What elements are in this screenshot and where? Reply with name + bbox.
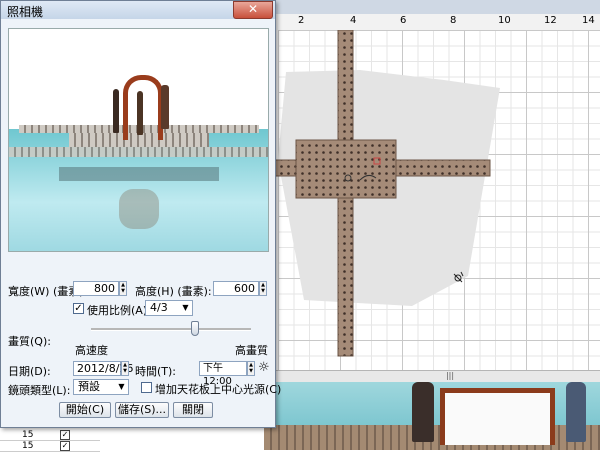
date-stepper[interactable]: ▲ ▼ (121, 361, 129, 376)
preview-person (137, 91, 143, 135)
ruler-mark: 2 (298, 15, 305, 26)
ratio-value: 4/3 (150, 301, 168, 314)
close-button[interactable]: 關閉 (173, 402, 213, 418)
date-input[interactable]: 2012/8/16 (73, 361, 133, 376)
ruler-mark: 14 (582, 15, 595, 26)
center-platform (295, 139, 397, 199)
ratio-select[interactable]: 4/3 ▼ (145, 300, 193, 316)
scroll-grip-icon[interactable]: ||| (444, 371, 456, 381)
sun-icon[interactable]: ☼ (258, 360, 270, 375)
lens-type-select[interactable]: 預設 ▼ (73, 379, 129, 395)
time-input[interactable]: 下午 12:00 (199, 361, 247, 387)
list-item[interactable]: 15 ✓ (0, 430, 100, 441)
camera-dialog: 照相機 ✕ 寬度(W) (畫素): 800 ▲ ▼ 高度(H) (畫素): 600… (0, 0, 281, 428)
start-button[interactable]: 開始(C) (59, 402, 111, 418)
preview-platform (9, 147, 268, 157)
quality-slider-track[interactable] (91, 328, 251, 331)
time-stepper[interactable]: ▲ ▼ (247, 361, 255, 376)
width-input[interactable]: 800 (73, 281, 119, 296)
plan-drawing[interactable] (264, 30, 600, 370)
list-item-checkbox[interactable]: ✓ (60, 430, 70, 440)
lens-type-value: 預設 (78, 380, 100, 393)
ceiling-light-label: 增加天花板上中心光源(C) (155, 383, 282, 396)
width-stepper[interactable]: ▲ ▼ (119, 281, 127, 296)
chevron-down-icon: ▼ (182, 303, 189, 312)
height-input[interactable]: 600 (213, 281, 259, 296)
height-stepper[interactable]: ▲ ▼ (259, 281, 267, 296)
item-list: 15 ✓ 15 ✓ (0, 428, 100, 452)
camera-preview (8, 28, 269, 252)
close-icon[interactable]: ✕ (233, 1, 273, 19)
preview-person (161, 85, 169, 129)
chevron-down-icon: ▼ (118, 382, 125, 391)
preview-person (113, 89, 119, 133)
dialog-title: 照相機 (7, 5, 44, 19)
scene-3d-arch (440, 388, 555, 445)
save-button[interactable]: 儲存(S)... (115, 402, 169, 418)
scene-3d-person (412, 382, 434, 442)
quality-high-label: 高畫質 (235, 344, 268, 357)
ruler-mark: 12 (544, 15, 557, 26)
quality-slider-thumb[interactable] (191, 321, 199, 336)
ruler-mark: 8 (450, 15, 457, 26)
scene-3d-person (566, 382, 586, 442)
time-label: 時間(T): (135, 365, 177, 378)
height-label: 高度(H) (畫素): (135, 285, 212, 298)
use-ratio-label: 使用比例(A): (87, 304, 151, 317)
quality-low-label: 高速度 (75, 344, 108, 357)
ceiling-light-checkbox[interactable] (141, 382, 152, 393)
use-ratio-checkbox[interactable]: ✓ (73, 303, 84, 314)
list-item-number: 15 (22, 430, 34, 440)
ruler-mark: 4 (350, 15, 357, 26)
date-label: 日期(D): (8, 365, 51, 378)
ruler-mark: 10 (498, 15, 511, 26)
preview-arch (123, 75, 163, 140)
ruler-top: 2 4 6 8 10 12 14 (278, 14, 600, 31)
lens-type-label: 鏡頭類型(L): (8, 384, 71, 397)
quality-label: 畫質(Q): (8, 335, 51, 348)
preview-reflection (59, 167, 219, 181)
ruler-mark: 6 (400, 15, 407, 26)
list-item[interactable]: 15 ✓ (0, 441, 100, 452)
preview-reflection (119, 189, 159, 229)
